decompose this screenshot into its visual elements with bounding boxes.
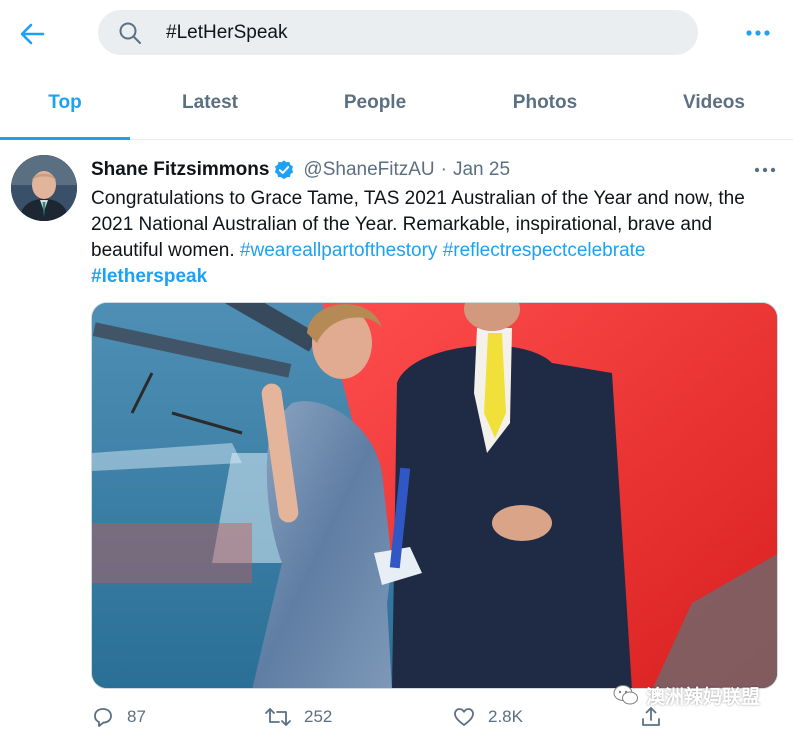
wechat-watermark: 澳洲辣妈联盟 [612,680,760,710]
avatar[interactable] [11,155,77,221]
tab-label: Latest [182,91,238,113]
wechat-icon [613,685,638,705]
search-tabs: Top Latest People Photos Videos [0,66,793,140]
tweet-more-button[interactable] [752,162,778,178]
search-icon [119,22,141,44]
tab-photos[interactable]: Photos [485,66,605,139]
like-count: 2.8K [488,707,523,726]
photo-image [92,303,777,688]
tab-top[interactable]: Top [0,66,130,140]
separator-dot: · [440,159,447,180]
heart-icon [454,708,474,726]
tweet-date[interactable]: Jan 25 [453,159,510,181]
tab-label: People [343,91,407,113]
tab-latest[interactable]: Latest [150,66,270,139]
retweet-button[interactable]: 252 [264,702,332,732]
hashtag-link[interactable]: #letherspeak [91,266,207,287]
author-name[interactable]: Shane Fitzsimmons [91,159,269,181]
search-input[interactable] [166,10,666,55]
reply-count: 87 [127,707,146,726]
avatar-image [11,155,77,221]
tweet-header: Shane Fitzsimmons @ShaneFitzAU · Jan 25 [91,158,510,182]
back-button[interactable] [14,16,50,52]
author-handle[interactable]: @ShaneFitzAU [303,159,434,181]
search-box[interactable] [98,10,698,55]
tweet[interactable]: Shane Fitzsimmons @ShaneFitzAU · Jan 25 … [0,140,793,732]
tab-people[interactable]: People [315,66,435,139]
hashtag-link[interactable]: #weareallpartofthestory [240,240,438,261]
reply-icon [94,708,112,727]
tab-label: Top [48,91,82,113]
more-horizontal-icon [746,30,770,36]
retweet-count: 252 [304,707,333,726]
more-horizontal-icon [754,167,776,173]
retweet-icon [265,708,291,726]
like-button[interactable]: 2.8K [452,702,523,732]
watermark-text: 澳洲辣妈联盟 [646,686,761,708]
reply-button[interactable]: 87 [91,702,146,732]
tweet-text: Congratulations to Grace Tame, TAS 2021 … [91,186,781,290]
verified-badge-icon [275,160,294,180]
tab-videos[interactable]: Videos [654,66,774,139]
top-bar [0,0,793,66]
tab-label: Videos [683,91,745,113]
more-options-button[interactable] [742,22,774,44]
hashtag-link[interactable]: #reflectrespectcelebrate [443,240,646,261]
tweet-photo[interactable] [91,302,778,689]
tab-label: Photos [512,91,578,113]
arrow-left-icon [20,23,45,45]
